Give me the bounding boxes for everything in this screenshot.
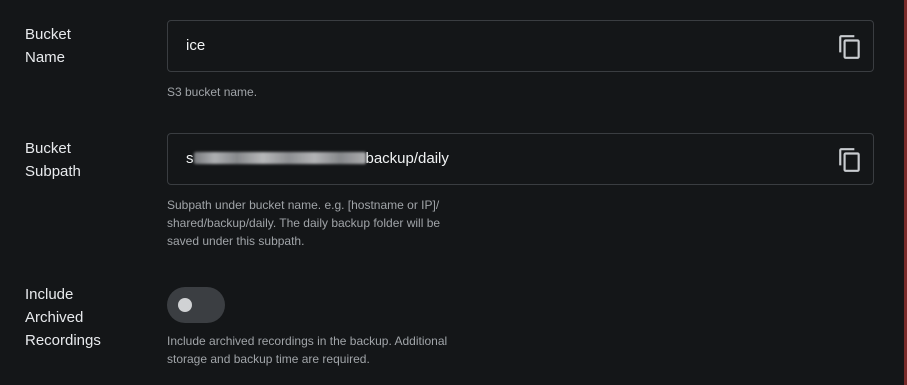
- copy-icon[interactable]: [837, 34, 863, 60]
- redacted-text: [193, 151, 366, 164]
- bucket-name-label: Bucket Name: [25, 26, 71, 66]
- include-archived-toggle[interactable]: [167, 287, 225, 323]
- bucket-name-field[interactable]: ice: [167, 20, 874, 72]
- bucket-subpath-value[interactable]: s backup/daily: [186, 134, 449, 184]
- bucket-subpath-prefix: s: [186, 150, 194, 167]
- include-archived-help: Include archived recordings in the backu…: [167, 334, 448, 366]
- bucket-name-help: S3 bucket name.: [167, 85, 258, 99]
- bucket-subpath-label: Bucket Subpath: [25, 140, 81, 180]
- bucket-subpath-field[interactable]: s backup/daily: [167, 133, 874, 185]
- bucket-subpath-help: Subpath under bucket name. e.g. [hostnam…: [167, 198, 441, 248]
- settings-panel: Bucket Name ice S3 bucket name. Bucket S…: [0, 0, 907, 385]
- toggle-knob: [178, 298, 192, 312]
- include-archived-label: Include Archived Recordings: [25, 286, 101, 349]
- bucket-name-value[interactable]: ice: [186, 21, 205, 71]
- bucket-subpath-suffix: backup/daily: [365, 150, 449, 167]
- copy-icon[interactable]: [837, 147, 863, 173]
